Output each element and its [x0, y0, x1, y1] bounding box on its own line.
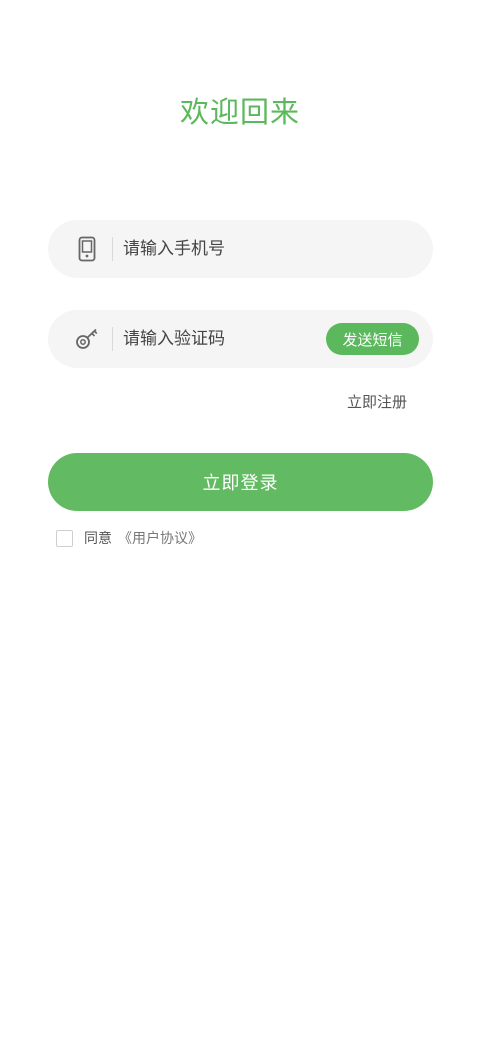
- agreement-row: 同意 《用户协议》: [56, 528, 202, 548]
- field-divider: [112, 237, 113, 261]
- login-page: 欢迎回来 发送短信 立即注册 立即登录 同意: [0, 0, 480, 1039]
- field-divider: [112, 327, 113, 351]
- register-link[interactable]: 立即注册: [347, 390, 407, 414]
- page-title: 欢迎回来: [179, 95, 300, 129]
- phone-input[interactable]: [123, 234, 433, 264]
- phone-field: [48, 220, 433, 278]
- user-agreement-link[interactable]: 《用户协议》: [118, 528, 202, 548]
- agreement-checkbox[interactable]: [56, 529, 73, 547]
- key-icon: [75, 325, 99, 353]
- phone-icon: [75, 235, 99, 263]
- agreement-prefix: 同意: [84, 531, 112, 547]
- code-field: 发送短信: [48, 310, 433, 368]
- code-input[interactable]: [123, 324, 326, 354]
- login-button[interactable]: 立即登录: [48, 453, 433, 511]
- send-sms-button[interactable]: 发送短信: [326, 323, 419, 355]
